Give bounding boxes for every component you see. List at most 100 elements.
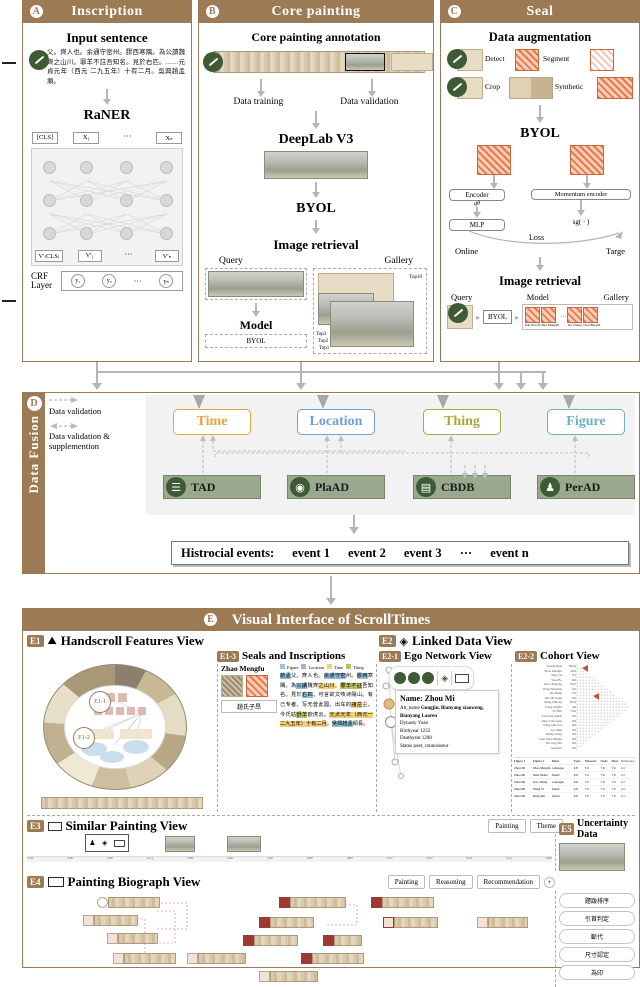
entity-thing: Thing xyxy=(423,409,501,435)
uncertainty-button-5[interactable]: 為印 xyxy=(559,965,635,980)
token-xn: Xₙ xyxy=(155,132,182,145)
ego-toolbar[interactable]: | ◈ | xyxy=(389,666,475,690)
biograph-item[interactable] xyxy=(301,953,364,964)
panel-b-badge: B xyxy=(205,4,220,19)
e4-add-button[interactable]: + xyxy=(544,876,555,888)
biograph-item[interactable] xyxy=(243,935,298,946)
data-validation-label: Data validation xyxy=(340,97,399,107)
e4-reasoning-button[interactable]: Reasoning xyxy=(429,875,473,889)
biograph-item[interactable] xyxy=(323,935,362,946)
crf-node-ellipsis: ··· xyxy=(133,276,142,286)
byol-label: BYOL xyxy=(520,126,560,141)
neural-network-diagram: V'₍CLS₎ V'₁ ··· V'ₙ xyxy=(31,148,183,267)
e4-recommendation-button[interactable]: Recommendation xyxy=(476,875,540,889)
biograph-item[interactable] xyxy=(259,917,314,928)
person-tooltip-card: Name: Zhou Mi Alt_name Gongjin, Bianyang… xyxy=(395,690,499,754)
uncertainty-button-2[interactable]: 引首判定 xyxy=(559,911,635,926)
stamp-icon[interactable] xyxy=(422,672,434,684)
gallery-rank-top10: Top10 xyxy=(409,275,422,280)
scroll-minimap[interactable] xyxy=(41,797,203,809)
similar-painting-thumb-1[interactable] xyxy=(165,836,195,852)
panel-d-sidebar: D Data Fusion xyxy=(23,393,45,573)
card-name: Name: Zhou Mi xyxy=(400,694,455,703)
card-row-deathyear: Deathyear 1298 xyxy=(400,736,432,741)
crf-node-n: yₙ xyxy=(159,274,174,289)
biograph-item[interactable] xyxy=(383,917,438,928)
uncertainty-button-3[interactable]: 斷代 xyxy=(559,929,635,944)
uncertainty-button-4[interactable]: 尺寸認定 xyxy=(559,947,635,962)
gallery-results: Top10 Top3 Top2 Top1 xyxy=(313,268,427,354)
biograph-item[interactable] xyxy=(113,953,176,964)
panel-visual-interface: E Visual Interface of ScrollTimes E1 ⛰ H… xyxy=(22,608,640,987)
person-icon: ♟ xyxy=(540,477,560,497)
handscroll-circle-view: E1-1 E1-2 xyxy=(27,664,217,813)
seal-thumb-1[interactable] xyxy=(221,675,243,697)
uncertainty-painting-thumb[interactable] xyxy=(559,843,625,871)
link-icon[interactable]: ◈ xyxy=(441,673,448,684)
e3-theme-button[interactable]: Theme xyxy=(529,819,563,833)
model-label: Model xyxy=(526,292,549,302)
biograph-item[interactable] xyxy=(83,915,138,926)
biograph-item[interactable] xyxy=(97,897,160,908)
seal-thumb-2[interactable] xyxy=(246,675,268,697)
scroll-icon xyxy=(47,821,62,831)
biograph-item[interactable] xyxy=(279,897,346,908)
gallery-rank-top1: Top1 xyxy=(319,346,330,351)
data-fusion-title: Data Fusion xyxy=(26,415,41,494)
cohort-view: Kuang Bian Zhao Mengfu Yang Jie Shen Bo … xyxy=(512,663,635,813)
painting-toolbar-popup[interactable]: ♟ ◈ xyxy=(85,834,129,852)
uncertainty-buttons: 題跋排序 引首判定 斷代 尺寸認定 為印 xyxy=(559,891,635,987)
card-row-alt-name: Alt_name Gongjin, Bianyang xiaoweng, Bia… xyxy=(400,706,484,719)
e3-painting-button[interactable]: Painting xyxy=(488,819,526,833)
mountain-icon: ⛰ xyxy=(47,634,57,647)
input-sentence-text: 父。齊人也。余通守密州。膠西寒隅。為公讀魏齊之山川。罪羊不註吾知名。見於右匹。…… xyxy=(47,48,185,85)
card-row-dynasty: Dynasty Yuan xyxy=(400,721,429,726)
biograph-item[interactable] xyxy=(107,933,158,944)
table-row[interactable]: Zhou Mi Deng Mu friend 0.8 7.0 7.0 7.0 Ref xyxy=(514,793,635,799)
e-subview-titles: E1-3 Seals and Inscriptions E2-1 Ego Net… xyxy=(23,649,639,663)
scroll-icon[interactable] xyxy=(455,673,470,683)
retrieval-model-box: BYOL xyxy=(483,310,513,324)
gallery-rank-top3: Top3 xyxy=(316,332,327,337)
similar-painting-thumb-2[interactable] xyxy=(227,836,261,852)
table-row[interactable]: Zhou Mi Guo Tianxi colleague 0.8 7.0 7.0 7.0 Re… xyxy=(514,779,635,786)
seal-icon xyxy=(447,49,467,69)
seal-icon[interactable] xyxy=(408,672,420,684)
dashed-arrow-icon xyxy=(49,397,78,403)
e-view-titles: E1 ⛰ Handscroll Features View E2 ◈ Linke… xyxy=(23,631,639,649)
e4-title: Painting Biograph View xyxy=(67,874,201,889)
uncertainty-data-view: E5 Uncertainty Data xyxy=(559,818,635,871)
biograph-item[interactable] xyxy=(187,953,246,964)
historical-events-bar: Histrocial events: event 1 event 2 event… xyxy=(171,541,629,565)
biograph-item[interactable] xyxy=(259,971,318,982)
panel-c-body: Data augmentation Detect Segment Crop Sy… xyxy=(441,23,639,361)
table-row[interactable]: Zhou Mi Zhao Mengfu colleague 0.8 7.0 7.0 7.0 R… xyxy=(514,765,635,772)
panel-a-header: A Inscription xyxy=(23,1,191,23)
loss-label: Loss xyxy=(529,233,545,242)
segment-label: Segment xyxy=(543,54,570,63)
biograph-item[interactable] xyxy=(371,897,434,908)
crf-node-2: y₂ xyxy=(102,274,117,289)
output-vn: V'ₙ xyxy=(154,250,179,263)
panel-d-badge: D xyxy=(26,396,42,411)
table-row[interactable]: Zhou Mi Wang Yi friend 0.8 7.0 7.0 7.0 Ref xyxy=(514,786,635,793)
target-label: Targe xyxy=(605,246,625,256)
e3-tag: E3 xyxy=(27,820,44,832)
table-row[interactable]: Zhou Mi Xian Yushu friend 0.8 7.0 7.0 7.0 Ref xyxy=(514,772,635,779)
uncertainty-button-1[interactable]: 題跋排序 xyxy=(559,893,635,908)
gallery-label: Gallery xyxy=(603,292,629,302)
person-name: Zhao Mengfu xyxy=(221,664,265,673)
biograph-item[interactable] xyxy=(477,917,528,928)
entity-figure: Figure xyxy=(547,409,625,435)
panel-core-painting: B Core painting Core painting annotation… xyxy=(198,0,434,362)
triangular-matrix xyxy=(575,663,631,751)
brush-icon[interactable] xyxy=(394,672,406,684)
panel-a-badge: A xyxy=(29,4,44,19)
e4-tag: E4 xyxy=(27,876,44,888)
fusion-diagram: Time Location Thing Figure ☰ TAD ◉ PlaAD ▤… xyxy=(145,395,635,515)
e4-painting-button[interactable]: Painting xyxy=(387,875,426,889)
card-row-status: Status poet, connoisseur xyxy=(400,743,449,749)
e4-e5-row: 題跋排序 引首判定 斷代 尺寸認定 為印 xyxy=(23,890,639,987)
panel-a-title: Inscription xyxy=(71,4,143,19)
panel-e-header: E Visual Interface of ScrollTimes xyxy=(23,609,639,631)
